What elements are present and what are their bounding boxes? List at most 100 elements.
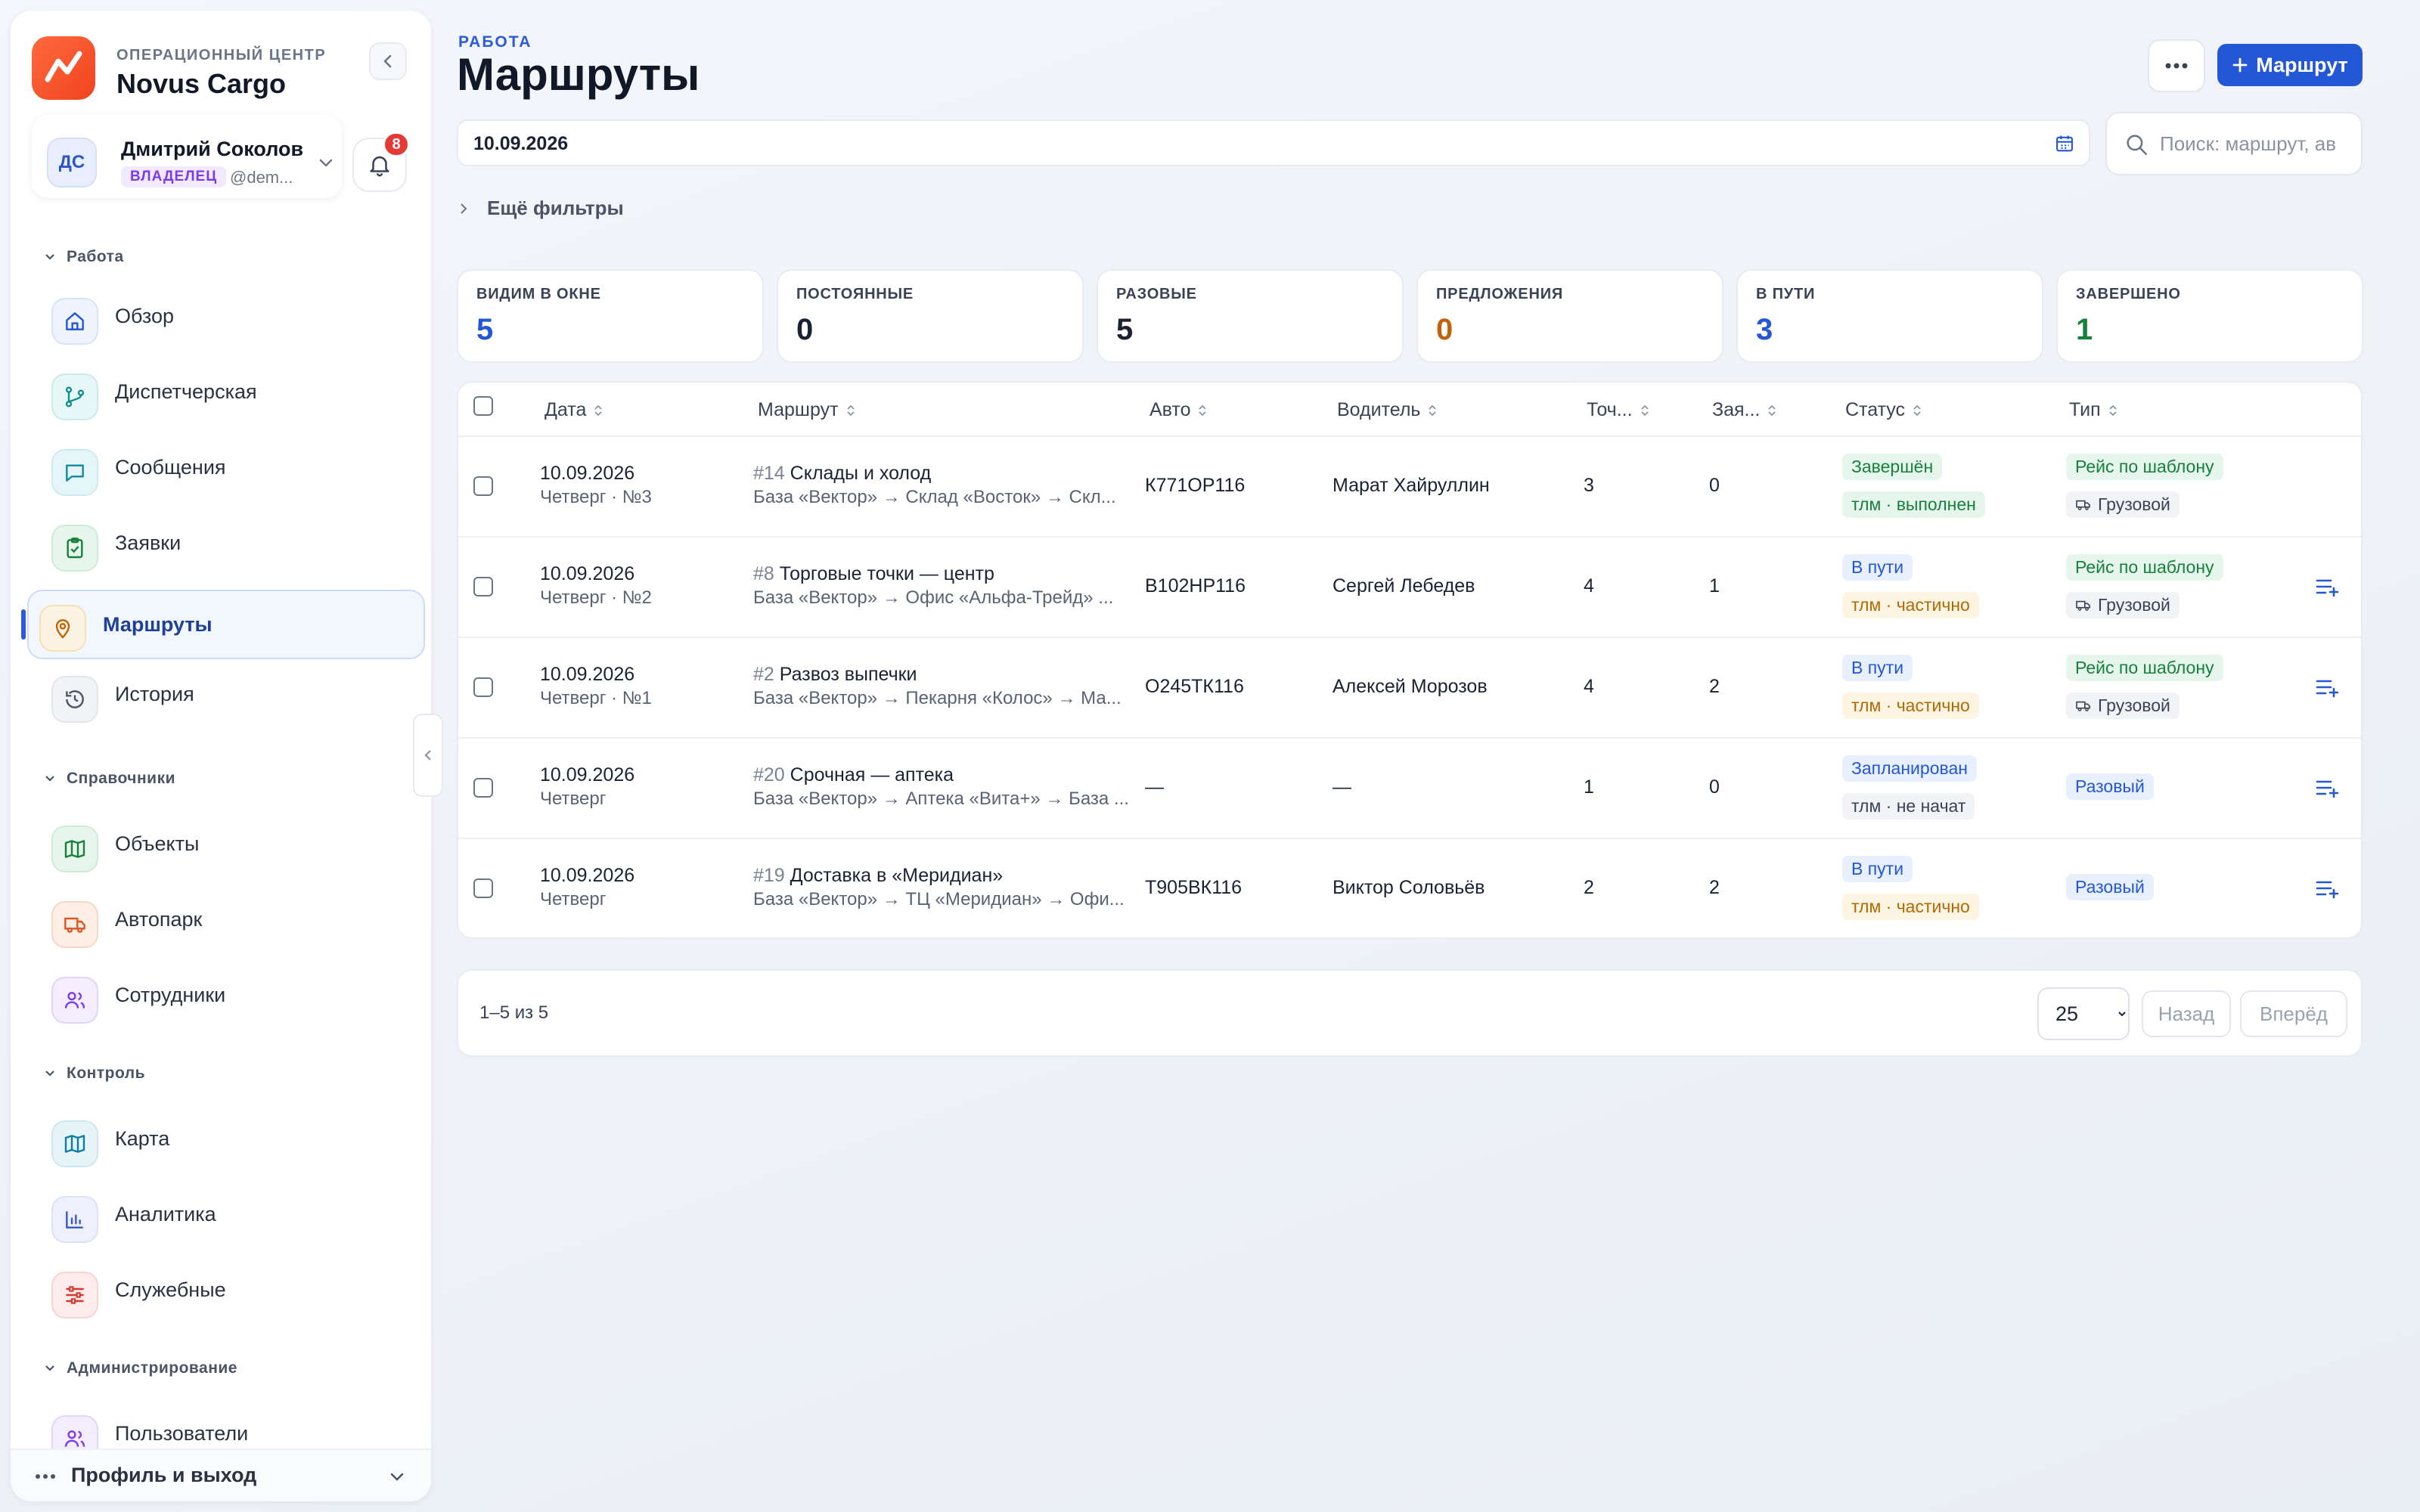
section-title-work[interactable]: Работа bbox=[44, 248, 124, 266]
sidebar-item-employees[interactable]: Сотрудники bbox=[27, 960, 425, 1030]
sidebar-resize-handle[interactable] bbox=[413, 714, 443, 797]
route-date: 10.09.2026 bbox=[540, 664, 635, 685]
sidebar-item-objects[interactable]: Объекты bbox=[27, 809, 425, 878]
section-title-references[interactable]: Справочники bbox=[44, 770, 175, 788]
user-name: Дмитрий Соколов bbox=[121, 138, 304, 160]
more-filters-toggle[interactable]: Ещё фильтры bbox=[458, 197, 624, 220]
search-icon bbox=[2127, 135, 2148, 156]
sidebar-item-fleet[interactable]: Автопарк bbox=[27, 885, 425, 954]
sidebar-item-overview[interactable]: Обзор bbox=[27, 281, 425, 351]
table-row[interactable]: 10.09.2026 Четверг #20 Срочная — аптека Баз… bbox=[458, 739, 2361, 839]
more-actions-button[interactable] bbox=[2148, 39, 2205, 92]
table-row[interactable]: 10.09.2026 Четверг #19 Доставка в «Меридиа… bbox=[458, 839, 2361, 937]
column-header-vehicle[interactable]: Авто bbox=[1150, 399, 1208, 421]
chevron-left-icon bbox=[383, 54, 392, 68]
route-title[interactable]: #14 Склады и холод bbox=[753, 463, 931, 485]
cargo-badge: Грузовой bbox=[2066, 491, 2180, 518]
route-title[interactable]: #19 Доставка в «Меридиан» bbox=[753, 865, 1003, 887]
route-number: #2 bbox=[753, 664, 774, 685]
sort-icon bbox=[1768, 404, 1776, 416]
add-to-queue-button[interactable] bbox=[2316, 677, 2340, 702]
select-all-checkbox[interactable] bbox=[473, 396, 493, 416]
row-checkbox[interactable] bbox=[473, 778, 493, 798]
row-checkbox[interactable] bbox=[473, 476, 493, 496]
column-header-route[interactable]: Маршрут bbox=[758, 399, 857, 421]
list-plus-icon bbox=[2316, 881, 2339, 899]
profile-logout-menu[interactable]: Профиль и выход bbox=[11, 1448, 431, 1501]
type-badge: Рейс по шаблону bbox=[2066, 454, 2223, 480]
sort-icon bbox=[594, 404, 602, 416]
column-header-points[interactable]: Точ... bbox=[1587, 399, 1651, 421]
route-orders: 2 bbox=[1709, 877, 1720, 898]
sidebar-item-routes[interactable]: Маршруты bbox=[27, 590, 425, 659]
sidebar-item-orders[interactable]: Заявки bbox=[27, 508, 425, 578]
sidebar-item-label: Маршруты bbox=[103, 612, 213, 636]
route-number: #8 bbox=[753, 563, 774, 584]
prev-page-button[interactable]: Назад bbox=[2142, 990, 2231, 1037]
sidebar-item-messages[interactable]: Сообщения bbox=[27, 432, 425, 502]
sidebar-item-analytics[interactable]: Аналитика bbox=[27, 1179, 425, 1249]
stat-label: РАЗОВЫЕ bbox=[1116, 286, 1197, 302]
type-badge: Рейс по шаблону bbox=[2066, 655, 2223, 681]
route-vehicle: К771ОР116 bbox=[1145, 475, 1246, 496]
telemetry-badge: тлм · частично bbox=[1842, 894, 1979, 920]
route-name: Срочная — аптека bbox=[790, 764, 954, 785]
sidebar-item-history[interactable]: История bbox=[27, 659, 425, 729]
sidebar-item-map[interactable]: Карта bbox=[27, 1104, 425, 1173]
sidebar: ОПЕРАЦИОННЫЙ ЦЕНТР Novus Cargo ДС Дмитри… bbox=[11, 11, 431, 1501]
row-checkbox[interactable] bbox=[473, 577, 493, 596]
column-header-type[interactable]: Тип bbox=[2069, 399, 2119, 421]
route-day: Четверг bbox=[540, 789, 607, 809]
section-title-admin[interactable]: Администрирование bbox=[44, 1359, 237, 1377]
stat-value: 5 bbox=[1116, 313, 1134, 346]
route-points: 4 bbox=[1584, 676, 1594, 697]
route-title[interactable]: #2 Развоз выпечки bbox=[753, 664, 917, 686]
route-number: #20 bbox=[753, 764, 785, 785]
row-checkbox[interactable] bbox=[473, 878, 493, 898]
user-card[interactable]: ДС Дмитрий Соколов ВЛАДЕЛЕЦ @dem... bbox=[32, 115, 342, 198]
sidebar-item-dispatch[interactable]: Диспетчерская bbox=[27, 357, 425, 426]
chevron-left-icon bbox=[424, 750, 431, 761]
column-header-orders[interactable]: Зая... bbox=[1712, 399, 1778, 421]
more-horizontal-icon bbox=[2165, 63, 2188, 69]
stat-card-one-time: РАЗОВЫЕ 5 bbox=[1097, 269, 1404, 363]
next-page-button[interactable]: Вперёд bbox=[2240, 990, 2347, 1037]
route-vehicle: — bbox=[1145, 776, 1164, 798]
chevron-down-icon bbox=[45, 1070, 54, 1077]
table-row[interactable]: 10.09.2026 Четверг · №2 #8 Торговые точки … bbox=[458, 538, 2361, 638]
route-date: 10.09.2026 bbox=[540, 563, 635, 584]
history-icon bbox=[51, 676, 98, 723]
column-header-date[interactable]: Дата bbox=[544, 399, 604, 421]
map-pin-icon bbox=[39, 605, 86, 652]
route-name: Склады и холод bbox=[790, 463, 932, 484]
search-input[interactable] bbox=[2160, 129, 2356, 159]
row-checkbox[interactable] bbox=[473, 677, 493, 697]
add-route-button[interactable]: Маршрут bbox=[2217, 44, 2363, 86]
route-date: 10.09.2026 bbox=[540, 463, 635, 484]
route-title[interactable]: #8 Торговые точки — центр bbox=[753, 563, 994, 585]
table-row[interactable]: 10.09.2026 Четверг · №1 #2 Развоз выпечки Б… bbox=[458, 638, 2361, 739]
status-badge: Завершён bbox=[1842, 454, 1943, 480]
sidebar-item-label: Автопарк bbox=[115, 907, 203, 931]
cargo-badge: Грузовой bbox=[2066, 692, 2180, 719]
calendar-icon[interactable] bbox=[2054, 133, 2075, 154]
table-row[interactable]: 10.09.2026 Четверг · №3 #14 Склады и холод… bbox=[458, 437, 2361, 538]
date-field[interactable]: 10.09.2026 bbox=[457, 119, 2090, 166]
sidebar-item-label: История bbox=[115, 682, 194, 705]
collapse-sidebar-button[interactable] bbox=[369, 42, 407, 80]
route-title[interactable]: #20 Срочная — аптека bbox=[753, 764, 954, 786]
add-to-queue-button[interactable] bbox=[2316, 778, 2340, 803]
page-size-select[interactable]: 25 bbox=[2037, 987, 2130, 1040]
route-name: Развоз выпечки bbox=[779, 664, 917, 685]
column-header-driver[interactable]: Водитель bbox=[1337, 399, 1438, 421]
add-to-queue-button[interactable] bbox=[2316, 577, 2340, 602]
route-driver: Сергей Лебедев bbox=[1333, 575, 1475, 596]
section-title-control[interactable]: Контроль bbox=[44, 1064, 145, 1083]
route-day: Четверг · №1 bbox=[540, 688, 652, 708]
home-icon bbox=[51, 298, 98, 345]
search-box[interactable] bbox=[2105, 112, 2363, 175]
sidebar-item-service[interactable]: Служебные bbox=[27, 1255, 425, 1325]
route-points: 2 bbox=[1584, 877, 1594, 898]
add-to-queue-button[interactable] bbox=[2316, 878, 2340, 903]
column-header-status[interactable]: Статус bbox=[1845, 399, 1923, 421]
